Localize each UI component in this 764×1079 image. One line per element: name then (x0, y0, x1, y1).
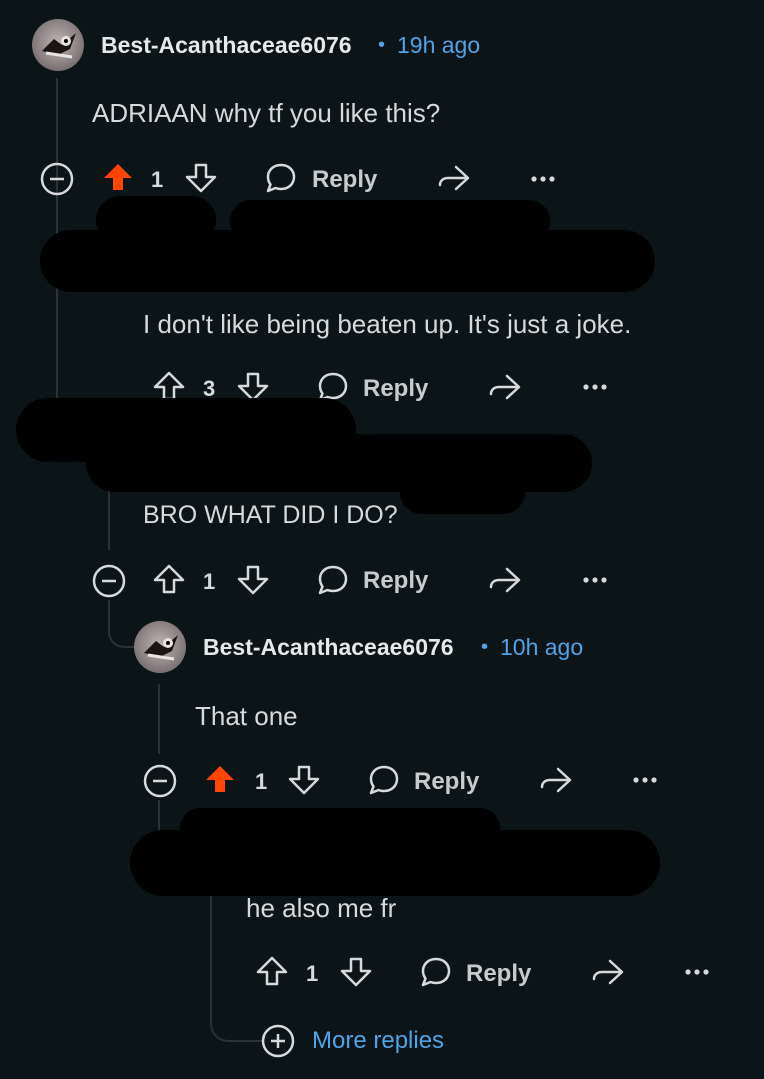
reply-button[interactable]: Reply (312, 166, 377, 194)
thread-line (108, 490, 110, 550)
more-replies-link[interactable]: More replies (312, 1027, 444, 1055)
vote-count: 1 (151, 167, 164, 192)
redaction-mark (230, 200, 550, 242)
redaction-mark (96, 196, 216, 244)
more-options-icon[interactable] (582, 382, 608, 392)
comment-time: 10h ago (500, 634, 584, 660)
collapse-icon[interactable] (39, 161, 75, 197)
vote-count: 1 (306, 961, 319, 986)
avatar-image (42, 33, 76, 59)
comment-text: he also me fr (246, 893, 397, 923)
vote-count: 1 (255, 769, 268, 794)
downvote-icon[interactable] (185, 162, 217, 194)
comment-text: ADRIAAN why tf you like this? (92, 98, 441, 128)
more-options-icon[interactable] (632, 775, 658, 785)
comment-author[interactable]: Best-Acanthaceae6076 (101, 32, 352, 59)
downvote-icon[interactable] (237, 564, 269, 596)
collapse-icon[interactable] (142, 763, 178, 799)
share-icon[interactable] (436, 161, 472, 195)
reply-button[interactable]: Reply (414, 768, 479, 796)
share-icon[interactable] (590, 955, 626, 989)
avatar[interactable] (134, 621, 186, 673)
reply-button[interactable]: Reply (466, 960, 531, 988)
share-icon[interactable] (487, 563, 523, 597)
reply-bubble-icon[interactable] (316, 563, 350, 597)
reply-bubble-icon[interactable] (264, 161, 298, 195)
share-icon[interactable] (538, 763, 574, 797)
thread-line (158, 684, 160, 754)
separator-dot: • (481, 636, 489, 658)
upvote-icon[interactable] (256, 955, 288, 987)
thread-line (210, 880, 212, 1020)
upvote-icon[interactable] (153, 563, 185, 595)
reply-button[interactable]: Reply (363, 567, 428, 595)
comment-time: 19h ago (397, 32, 481, 58)
reply-bubble-icon[interactable] (367, 763, 401, 797)
separator-dot: • (378, 34, 386, 56)
upvote-icon[interactable] (204, 763, 236, 795)
avatar[interactable] (32, 19, 84, 71)
comment-text: I don't like being beaten up. It's just … (143, 309, 632, 339)
downvote-icon[interactable] (288, 764, 320, 796)
vote-count: 1 (203, 569, 216, 594)
reply-bubble-icon[interactable] (419, 955, 453, 989)
upvote-icon[interactable] (102, 161, 134, 193)
thread-curve (210, 1000, 264, 1042)
collapse-icon[interactable] (91, 563, 127, 599)
more-options-icon[interactable] (684, 967, 710, 977)
comment-author[interactable]: Best-Acanthaceae6076 (203, 634, 454, 661)
comment-text: BRO WHAT DID I DO? (143, 501, 398, 529)
downvote-icon[interactable] (340, 956, 372, 988)
share-icon[interactable] (487, 370, 523, 404)
avatar-image (144, 635, 178, 661)
more-options-icon[interactable] (582, 575, 608, 585)
comment-text: That one (195, 701, 298, 731)
more-options-icon[interactable] (530, 174, 556, 184)
reply-button[interactable]: Reply (363, 375, 428, 403)
plus-circle-icon[interactable] (260, 1023, 296, 1059)
redaction-mark (400, 470, 525, 514)
redaction-mark (180, 808, 500, 848)
